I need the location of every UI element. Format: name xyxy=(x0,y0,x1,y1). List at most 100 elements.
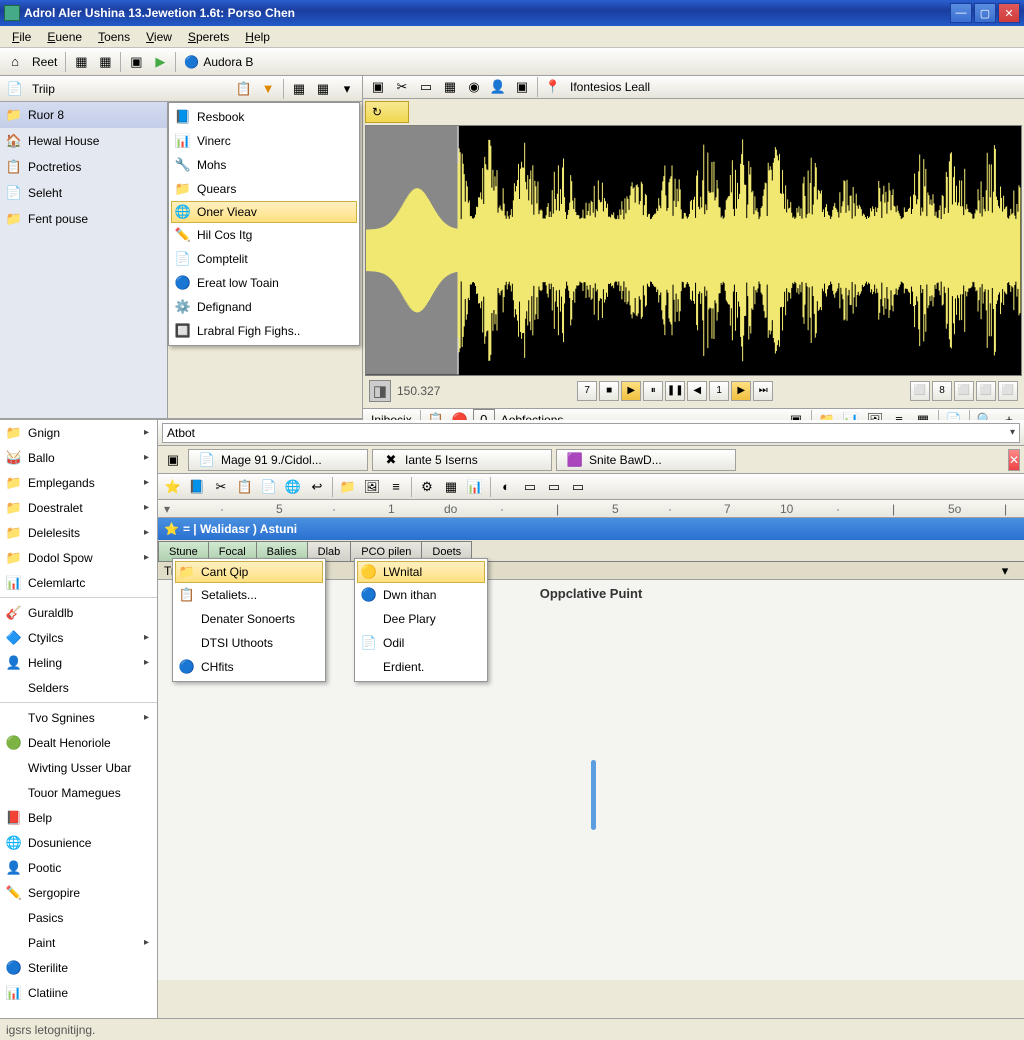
toolbar-button[interactable]: ▭ xyxy=(519,476,541,498)
menu-item[interactable]: DTSI Uthoots xyxy=(175,631,323,655)
category-item[interactable]: 📁Dodol Spow▸ xyxy=(0,545,157,570)
category-item[interactable]: 👤Pootic xyxy=(0,855,157,880)
nav-triip[interactable]: Triip xyxy=(28,82,59,96)
category-item[interactable]: 🟢Dealt Henoriole xyxy=(0,730,157,755)
transport-aux-button[interactable]: 8 xyxy=(932,381,952,401)
wf-tb-1[interactable]: ▣ xyxy=(367,76,389,98)
transport-button[interactable]: ⏭ xyxy=(753,381,773,401)
menu-view[interactable]: View xyxy=(138,28,180,46)
wf-marker-icon[interactable]: 📍 xyxy=(542,76,564,98)
transport-button[interactable]: 1 xyxy=(709,381,729,401)
menu-item[interactable]: Denater Sonoerts xyxy=(175,607,323,631)
file-tab[interactable]: ✖Iante 5 Iserns xyxy=(372,449,552,471)
category-item[interactable]: Wivting Usser Ubar xyxy=(0,755,157,780)
waveform-channel-tab[interactable]: ↻ xyxy=(365,101,409,123)
menu-help[interactable]: Help xyxy=(237,28,278,46)
file-tab[interactable]: 📄Mage 91 9./Cidol... xyxy=(188,449,368,471)
toolbar-button[interactable]: 📁 xyxy=(337,476,359,498)
toolbar-button[interactable]: 🌐 xyxy=(282,476,304,498)
nav-item[interactable]: 📄Seleht xyxy=(0,180,167,206)
wf-tb-7[interactable]: ▣ xyxy=(511,76,533,98)
waveform-display[interactable] xyxy=(365,125,1022,376)
menu-sperets[interactable]: Sperets xyxy=(180,28,237,46)
reet-button[interactable]: Reet xyxy=(28,55,61,69)
nav-doc-icon[interactable]: 📄 xyxy=(4,78,26,100)
maximize-button[interactable]: ▢ xyxy=(974,3,996,23)
menu-item[interactable]: 🔵Dwn ithan xyxy=(357,583,485,607)
category-item[interactable]: 📁Gnign▸ xyxy=(0,420,157,445)
nav-item[interactable]: 📁Fent pouse xyxy=(0,206,167,232)
menu-item[interactable]: 🔧Mohs xyxy=(171,153,357,177)
nav-tb-2[interactable]: ▦ xyxy=(288,78,310,100)
wf-tb-4[interactable]: ▦ xyxy=(439,76,461,98)
menu-item[interactable]: ✏️Hil Cos Itg xyxy=(171,223,357,247)
menu-euene[interactable]: Euene xyxy=(39,28,90,46)
toolbar-button[interactable]: 🖼 xyxy=(361,476,383,498)
toolbar-button[interactable]: ⚙ xyxy=(416,476,438,498)
transport-button[interactable]: ◀ xyxy=(687,381,707,401)
menu-item[interactable]: 📄Odil xyxy=(357,631,485,655)
intensios-button[interactable]: Ifontesios Leall xyxy=(566,80,654,94)
doc-titlebar[interactable]: ⭐ = | Walidasr ) Astuni xyxy=(158,518,1024,540)
nav-item[interactable]: 📁Ruor 8 xyxy=(0,102,167,128)
transport-aux-button[interactable]: ⬜ xyxy=(910,381,930,401)
menu-item[interactable]: 📁Quears xyxy=(171,177,357,201)
category-item[interactable]: 🔵Sterilite xyxy=(0,955,157,980)
transport-button[interactable]: 7 xyxy=(577,381,597,401)
category-item[interactable]: 📕Belp xyxy=(0,805,157,830)
address-input[interactable]: Atbot▾ xyxy=(162,423,1020,443)
menu-item[interactable]: 📁Cant Qip xyxy=(175,561,323,583)
nav-down-icon[interactable]: ▼ xyxy=(257,78,279,100)
category-item[interactable]: Paint▸ xyxy=(0,930,157,955)
toolbar-button[interactable]: 📋 xyxy=(234,476,256,498)
transport-aux-button[interactable]: ⬜ xyxy=(976,381,996,401)
menu-file[interactable]: File xyxy=(4,28,39,46)
wf-tb-3[interactable]: ▭ xyxy=(415,76,437,98)
wf-tb-5[interactable]: ◉ xyxy=(463,76,485,98)
menu-item[interactable]: 🔵CHfits xyxy=(175,655,323,679)
ruler[interactable]: ▾·5·1do·|5·710·|5o| xyxy=(158,500,1024,518)
category-item[interactable]: 📁Delelesits▸ xyxy=(0,520,157,545)
transport-button[interactable]: ▶ xyxy=(731,381,751,401)
category-item[interactable]: 📁Emplegands▸ xyxy=(0,470,157,495)
menu-item[interactable]: 🌐Oner Vieav xyxy=(171,201,357,223)
menu-item[interactable]: 🔵Ereat low Toain xyxy=(171,271,357,295)
toolbar-button[interactable]: ≡ xyxy=(385,476,407,498)
close-button[interactable]: ✕ xyxy=(998,3,1020,23)
menu-item[interactable]: Erdient. xyxy=(357,655,485,679)
toolbar-button[interactable]: ▭ xyxy=(567,476,589,498)
toolbar-button[interactable]: ⭐ xyxy=(162,476,184,498)
menu-item[interactable]: 📘Resbook xyxy=(171,105,357,129)
toolbar-button[interactable]: ▦ xyxy=(440,476,462,498)
tb-icon-3[interactable]: ▣ xyxy=(125,51,147,73)
toolbar-button[interactable]: 📄 xyxy=(258,476,280,498)
nav-item[interactable]: 🏠Hewal House xyxy=(0,128,167,154)
tb-icon-2[interactable]: ▦ xyxy=(94,51,116,73)
transport-button[interactable]: ■ xyxy=(599,381,619,401)
category-item[interactable]: 🔷Ctyilcs▸ xyxy=(0,625,157,650)
category-item[interactable]: 📁Doestralet▸ xyxy=(0,495,157,520)
category-item[interactable]: 🎸Guraldlb xyxy=(0,600,157,625)
nav-item[interactable]: 📋Poctretios xyxy=(0,154,167,180)
audora-button[interactable]: 🔵 Audora B xyxy=(180,55,257,69)
toolbar-button[interactable]: ↩ xyxy=(306,476,328,498)
transport-button[interactable]: ⏸ xyxy=(643,381,663,401)
category-item[interactable]: 🌐Dosunience xyxy=(0,830,157,855)
scrollbar-thumb[interactable] xyxy=(591,760,596,830)
menu-item[interactable]: Dee Plary xyxy=(357,607,485,631)
wf-tb-6[interactable]: 👤 xyxy=(487,76,509,98)
transport-aux-button[interactable]: ⬜ xyxy=(954,381,974,401)
nav-tb-1[interactable]: 📋 xyxy=(233,78,255,100)
nav-tb-4[interactable]: ▾ xyxy=(336,78,358,100)
sheet-expand-icon[interactable]: ▾ xyxy=(994,560,1016,582)
category-item[interactable]: 📊Celemlartc xyxy=(0,570,157,595)
transport-button[interactable]: ❚❚ xyxy=(665,381,685,401)
category-item[interactable]: Selders xyxy=(0,675,157,700)
file-tab[interactable]: 🟪Snite BawD... xyxy=(556,449,736,471)
menu-item[interactable]: 📊Vinerc xyxy=(171,129,357,153)
menu-item[interactable]: 📄Comptelit xyxy=(171,247,357,271)
category-item[interactable]: 📊Clatiine xyxy=(0,980,157,1005)
category-item[interactable]: Pasics xyxy=(0,905,157,930)
tabs-icon[interactable]: ▣ xyxy=(162,449,184,471)
tb-icon-1[interactable]: ▦ xyxy=(70,51,92,73)
